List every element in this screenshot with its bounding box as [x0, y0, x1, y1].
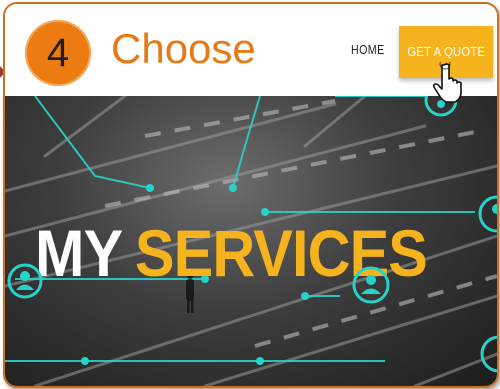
nav-home-link[interactable]: HOME — [351, 42, 385, 57]
screenshot-frame: 4 Choose HOME GET A QUOTE MY SERVICES — [3, 2, 499, 388]
hand-cursor-icon — [433, 62, 462, 103]
step-title: Choose — [111, 25, 256, 72]
site-header: 4 Choose HOME GET A QUOTE — [5, 4, 497, 96]
person-icon — [352, 266, 390, 304]
person-icon — [7, 263, 43, 299]
hero-title-white: MY — [35, 216, 123, 290]
hero-banner: MY SERVICES — [5, 96, 497, 386]
person-icon — [478, 195, 497, 233]
person-icon — [480, 335, 497, 373]
step-number-badge: 4 — [25, 20, 91, 86]
